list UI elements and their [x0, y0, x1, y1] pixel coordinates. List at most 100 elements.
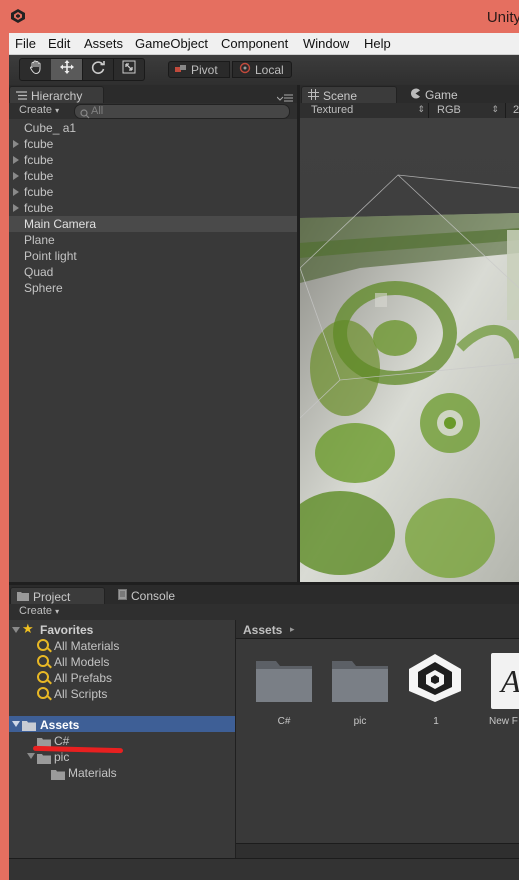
- hand-tool-button[interactable]: [20, 59, 52, 80]
- asset-folder-csharp[interactable]: [255, 657, 313, 703]
- rotate-icon: [90, 59, 106, 80]
- hierarchy-item-plane[interactable]: Plane: [24, 233, 55, 247]
- asset-label: pic: [353, 716, 367, 727]
- tab-hierarchy[interactable]: Hierarchy: [9, 86, 104, 104]
- asset-label: New F: [489, 716, 518, 727]
- create-label: Create: [19, 605, 53, 617]
- favorite-all-materials[interactable]: All Materials: [54, 639, 119, 653]
- toolbar-divider: [428, 103, 429, 118]
- search-placeholder: All: [91, 105, 104, 117]
- search-filter-icon: [37, 639, 49, 651]
- move-tool-button[interactable]: [51, 59, 83, 80]
- asset-scene-1[interactable]: [406, 653, 464, 702]
- pivot-label: Pivot: [191, 62, 218, 77]
- folder-icon: [332, 661, 388, 702]
- tab-game-label: Game: [425, 88, 458, 102]
- unity-logo-icon: [409, 654, 461, 702]
- collapse-arrow-icon[interactable]: [12, 627, 20, 633]
- game-pacman-icon: [410, 88, 421, 102]
- tab-project[interactable]: Project: [10, 587, 105, 605]
- expand-arrow-icon[interactable]: [13, 140, 19, 148]
- hierarchy-item-fcube[interactable]: fcube: [24, 137, 53, 151]
- shading-mode-dropdown[interactable]: Textured ⇕: [311, 104, 425, 116]
- tab-console[interactable]: Console: [112, 587, 202, 605]
- dropdown-arrow-icon: ▾: [55, 607, 60, 616]
- asset-folder-pic[interactable]: [331, 657, 389, 703]
- expand-arrow-icon[interactable]: [13, 156, 19, 164]
- menu-help[interactable]: Help: [364, 36, 391, 51]
- title-bar: [0, 0, 519, 33]
- scene-render: [300, 118, 519, 582]
- expand-arrow-icon[interactable]: [13, 188, 19, 196]
- tab-hierarchy-label: Hierarchy: [31, 88, 83, 103]
- hierarchy-item-cube-a1[interactable]: Cube_ a1: [24, 121, 76, 135]
- local-toggle[interactable]: Local: [232, 61, 292, 78]
- hierarchy-item-quad[interactable]: Quad: [24, 265, 53, 279]
- hierarchy-item-sphere[interactable]: Sphere: [24, 281, 63, 295]
- folder-icon: [22, 718, 36, 736]
- move-arrows-icon: [59, 59, 75, 80]
- menu-file[interactable]: File: [15, 36, 36, 51]
- star-icon: ★: [22, 621, 34, 636]
- render-mode-dropdown[interactable]: RGB ⇕: [437, 104, 499, 116]
- menu-assets[interactable]: Assets: [84, 36, 123, 51]
- search-filter-icon: [37, 687, 49, 699]
- asset-new-font[interactable]: A: [491, 653, 519, 709]
- expand-arrow-icon[interactable]: [13, 172, 19, 180]
- folder-materials[interactable]: Materials: [68, 766, 117, 780]
- hierarchy-item-fcube[interactable]: fcube: [24, 201, 53, 215]
- unity-logo-icon: [10, 8, 26, 24]
- panel-menu-icon[interactable]: [276, 90, 293, 102]
- shading-mode-value: Textured: [311, 104, 354, 116]
- favorite-all-prefabs[interactable]: All Prefabs: [54, 671, 112, 685]
- window-title: Unity: [486, 9, 519, 26]
- project-create-button[interactable]: Create ▾: [19, 605, 59, 617]
- tab-scene-label: Scene: [323, 88, 358, 103]
- hierarchy-search-input[interactable]: All: [74, 104, 290, 119]
- list-icon: [16, 89, 27, 103]
- local-icon: [239, 62, 251, 77]
- render-mode-value: RGB: [437, 104, 461, 116]
- tab-game[interactable]: Game: [404, 86, 494, 104]
- menu-window[interactable]: Window: [303, 36, 349, 51]
- pivot-icon: [175, 63, 187, 77]
- hierarchy-item-fcube[interactable]: fcube: [24, 185, 53, 199]
- hierarchy-item-fcube[interactable]: fcube: [24, 169, 53, 183]
- hierarchy-item-fcube[interactable]: fcube: [24, 153, 53, 167]
- scene-extra-toggle[interactable]: 2: [513, 104, 519, 116]
- project-footer-bar: [236, 843, 519, 859]
- scale-tool-button[interactable]: [113, 59, 144, 80]
- menu-component[interactable]: Component: [221, 36, 288, 51]
- favorite-all-models[interactable]: All Models: [54, 655, 109, 669]
- breadcrumb-arrow-icon: ▸: [290, 624, 295, 634]
- dropdown-arrow-icon: ▾: [55, 106, 60, 115]
- updown-arrows-icon: ⇕: [491, 104, 499, 114]
- folder-icon: [256, 661, 312, 702]
- menu-edit[interactable]: Edit: [48, 36, 70, 51]
- folder-icon: [37, 751, 51, 769]
- expand-arrow-icon[interactable]: [13, 204, 19, 212]
- search-filter-icon: [37, 655, 49, 667]
- favorites-header[interactable]: Favorites: [40, 623, 93, 637]
- breadcrumb-assets[interactable]: Assets: [243, 623, 282, 637]
- status-bar: [9, 858, 519, 880]
- collapse-arrow-icon[interactable]: [27, 753, 35, 759]
- pivot-toggle[interactable]: Pivot: [168, 61, 230, 78]
- hierarchy-item-point-light[interactable]: Point light: [24, 249, 77, 263]
- assets-folder[interactable]: Assets: [40, 718, 79, 732]
- hierarchy-create-button[interactable]: Create ▾: [19, 104, 59, 116]
- tab-scene[interactable]: Scene: [301, 86, 397, 104]
- rotate-tool-button[interactable]: [82, 59, 114, 80]
- scene-viewport[interactable]: [300, 118, 519, 582]
- font-asset-icon: A: [501, 663, 519, 699]
- asset-label: C#: [277, 716, 291, 727]
- hand-icon: [28, 59, 44, 80]
- collapse-arrow-icon[interactable]: [12, 721, 20, 727]
- menu-bar: File Edit Assets GameObject Component Wi…: [9, 33, 519, 55]
- scene-grid-icon: [308, 88, 319, 103]
- favorite-all-scripts[interactable]: All Scripts: [54, 687, 107, 701]
- project-folder-icon: [17, 590, 29, 604]
- folder-pic[interactable]: pic: [54, 750, 69, 764]
- menu-gameobject[interactable]: GameObject: [135, 36, 208, 51]
- hierarchy-item-main-camera[interactable]: Main Camera: [24, 217, 96, 231]
